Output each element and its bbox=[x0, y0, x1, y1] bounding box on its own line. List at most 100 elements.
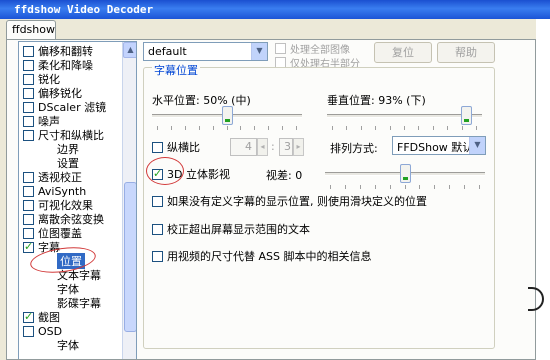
aspect-denominator-stepper[interactable]: ▸ bbox=[293, 138, 304, 156]
tree-item[interactable]: 位图覆盖 bbox=[23, 226, 82, 240]
tree-checkbox[interactable] bbox=[23, 185, 34, 197]
tree-item[interactable]: 噪声 bbox=[23, 114, 60, 128]
vertical-slider-track[interactable] bbox=[327, 114, 482, 118]
help-button[interactable]: 帮助 bbox=[437, 42, 495, 63]
tree-item[interactable]: 柔化和降噪 bbox=[23, 58, 93, 72]
tick-mark bbox=[464, 185, 466, 189]
tick-mark bbox=[254, 126, 256, 130]
tick-mark bbox=[374, 185, 376, 189]
tree-item[interactable]: DScaler 滤镜 bbox=[23, 100, 106, 114]
tree-item[interactable]: 影碟字幕 bbox=[57, 296, 101, 310]
horizontal-slider-thumb[interactable] bbox=[221, 106, 233, 125]
tree-item[interactable]: 透视校正 bbox=[23, 170, 82, 184]
option-use-slider-checkbox[interactable]: 如果没有定义字幕的显示位置, 则使用滑块定义的位置 bbox=[152, 193, 427, 209]
vertical-position-label: 垂直位置: 93% (下) bbox=[327, 94, 426, 107]
tick-mark bbox=[240, 126, 242, 130]
tick-mark bbox=[212, 126, 214, 130]
tree-item[interactable]: 设置 bbox=[57, 156, 79, 170]
tree-item-label: 截图 bbox=[38, 311, 60, 324]
process-all-label: 处理全部图像 bbox=[290, 45, 350, 56]
aspect-ratio-checkbox[interactable]: 纵横比 bbox=[152, 139, 200, 155]
tree-item-label: AviSynth bbox=[38, 184, 87, 198]
tree-item[interactable]: 截图 bbox=[23, 310, 60, 324]
tick-mark bbox=[157, 126, 158, 130]
tree-checkbox[interactable] bbox=[23, 73, 34, 85]
tree-item[interactable]: AviSynth bbox=[23, 184, 86, 198]
tree-checkbox[interactable] bbox=[23, 310, 34, 323]
parallax-label: 视差: 0 bbox=[266, 169, 303, 182]
tree-checkbox[interactable] bbox=[23, 199, 34, 211]
tree-checkbox[interactable] bbox=[23, 59, 34, 71]
option-correct-offscreen-checkbox[interactable]: 校正超出屏幕显示范围的文本 bbox=[152, 221, 310, 237]
tab-label: ffdshow bbox=[12, 23, 55, 36]
process-all-checkbox[interactable]: 处理全部图像 bbox=[275, 41, 350, 56]
tree-checkbox[interactable] bbox=[23, 227, 34, 239]
checkbox-box[interactable] bbox=[152, 223, 163, 235]
tree-item[interactable]: 字体 bbox=[57, 338, 79, 352]
align-value: FFDShow 默认 bbox=[397, 141, 474, 154]
checkbox-box[interactable] bbox=[152, 141, 163, 153]
annotation-oval-stereo bbox=[146, 157, 184, 185]
option-video-size-checkbox[interactable]: 用视频的尺寸代替 ASS 脚本中的相关信息 bbox=[152, 248, 371, 264]
vertical-slider-thumb[interactable] bbox=[460, 106, 472, 125]
tree-checkbox[interactable] bbox=[23, 240, 34, 253]
tick-mark bbox=[344, 185, 346, 189]
scroll-thumb[interactable] bbox=[124, 182, 136, 332]
tree-checkbox[interactable] bbox=[23, 87, 34, 99]
aspect-numerator-field[interactable]: 4 bbox=[230, 138, 257, 156]
tree-checkbox[interactable] bbox=[23, 101, 34, 113]
preset-value: default bbox=[148, 45, 187, 58]
scroll-up-button[interactable]: ▲ bbox=[123, 42, 136, 58]
tab-ffdshow[interactable]: ffdshow bbox=[6, 20, 56, 40]
tree-checkbox[interactable] bbox=[23, 171, 34, 183]
tick-mark bbox=[434, 185, 436, 189]
tree-checkbox[interactable] bbox=[23, 325, 34, 337]
tick-mark bbox=[226, 126, 228, 130]
tree-scrollbar[interactable]: ▲ bbox=[122, 42, 136, 359]
option-correct-offscreen-label: 校正超出屏幕显示范围的文本 bbox=[167, 223, 310, 236]
tick-mark bbox=[268, 126, 270, 130]
align-select[interactable]: FFDShow 默认 ▼ bbox=[392, 136, 486, 155]
tick-mark bbox=[476, 126, 477, 130]
tree-item[interactable]: 边界 bbox=[57, 142, 79, 156]
tree-item[interactable]: 可视化效果 bbox=[23, 198, 93, 212]
checkbox-box[interactable] bbox=[152, 195, 163, 207]
preset-select[interactable]: default ▼ bbox=[143, 42, 268, 61]
tick-mark bbox=[418, 126, 420, 130]
tree-item[interactable]: 字体 bbox=[57, 282, 79, 296]
reset-button[interactable]: 复位 bbox=[374, 42, 432, 63]
chevron-down-icon[interactable]: ▼ bbox=[251, 43, 267, 60]
horizontal-position-label: 水平位置: 50% (中) bbox=[152, 94, 251, 107]
parallax-slider-ticks bbox=[330, 185, 480, 189]
tree-item-label: 透视校正 bbox=[38, 171, 82, 184]
tick-mark bbox=[198, 126, 200, 130]
tick-mark bbox=[479, 185, 480, 189]
tree-checkbox[interactable] bbox=[23, 129, 34, 141]
tick-mark bbox=[375, 126, 377, 130]
group-title: 字幕位置 bbox=[152, 62, 200, 78]
parallax-slider-thumb[interactable] bbox=[399, 164, 411, 183]
option-use-slider-label: 如果没有定义字幕的显示位置, 则使用滑块定义的位置 bbox=[167, 195, 427, 208]
tick-mark bbox=[360, 126, 362, 130]
tree-item[interactable]: 偏移锐化 bbox=[23, 86, 82, 100]
tick-mark bbox=[170, 126, 172, 130]
tree-checkbox[interactable] bbox=[23, 213, 34, 225]
window-title: ffdshow Video Decoder bbox=[14, 3, 154, 16]
tree-item[interactable]: 偏移和翻转 bbox=[23, 44, 93, 58]
tree-checkbox[interactable] bbox=[23, 115, 34, 127]
tick-mark bbox=[282, 126, 284, 130]
checkbox-box[interactable] bbox=[152, 250, 163, 262]
filter-tree: 偏移和翻转 柔化和降噪 锐化 偏移锐化 DScaler 滤镜 噪声 尺寸和纵横比 边界 设置 透视… bbox=[18, 41, 137, 359]
tree-checkbox[interactable] bbox=[23, 45, 34, 57]
checkbox-box[interactable] bbox=[275, 43, 286, 54]
chevron-down-icon[interactable]: ▼ bbox=[469, 137, 485, 154]
aspect-denominator-field[interactable]: 3 bbox=[279, 138, 293, 156]
tree-item[interactable]: 离散余弦变换 bbox=[23, 212, 104, 226]
vertical-slider-ticks bbox=[332, 126, 477, 130]
tree-item[interactable]: 尺寸和纵横比 bbox=[23, 128, 104, 142]
tick-mark bbox=[184, 126, 186, 130]
aspect-numerator-stepper[interactable]: ◂ bbox=[257, 138, 268, 156]
tree-item[interactable]: OSD bbox=[23, 324, 62, 338]
tree-item[interactable]: 锐化 bbox=[23, 72, 60, 86]
decorative-bracket bbox=[528, 287, 544, 311]
